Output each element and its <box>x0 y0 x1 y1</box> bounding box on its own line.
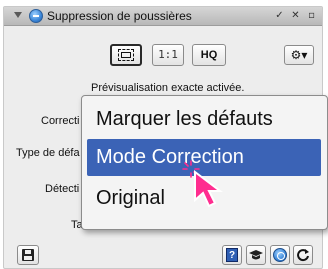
frame-view-button[interactable] <box>110 44 142 66</box>
zoom-1-1-button[interactable]: 1:1 <box>152 44 184 66</box>
preview-circle-icon <box>273 248 287 262</box>
gear-menu-button[interactable]: ⚙▾ <box>284 45 314 65</box>
disclosure-triangle-icon[interactable] <box>14 12 22 18</box>
hq-button[interactable]: HQ <box>192 44 226 66</box>
check-icon[interactable]: ✓ <box>273 9 286 22</box>
close-icon[interactable]: ✕ <box>289 9 302 22</box>
tool-state-icon[interactable] <box>29 9 43 23</box>
reset-arrows-icon <box>297 249 309 262</box>
correction-label: Correcti <box>41 115 80 127</box>
menu-item-mark-defects[interactable]: Marquer les défauts <box>87 101 321 138</box>
save-button[interactable] <box>17 245 39 265</box>
defect-type-label: Type de défa <box>16 147 80 159</box>
title-icons: ✓ ✕ ▫ <box>273 9 318 23</box>
reset-button[interactable] <box>293 245 313 265</box>
graduation-cap-icon <box>249 250 263 260</box>
reset-icon[interactable]: ▫ <box>305 9 318 22</box>
panel-title: Suppression de poussières <box>47 9 192 23</box>
mouse-pointer-icon <box>194 170 223 208</box>
frame-icon <box>118 49 134 61</box>
presets-button[interactable] <box>246 245 266 265</box>
help-button[interactable]: ? <box>222 245 242 265</box>
quick-preview-button[interactable] <box>270 245 290 265</box>
panel-title-bar[interactable]: Suppression de poussières ✓ ✕ ▫ <box>4 7 322 26</box>
help-icon: ? <box>226 248 238 262</box>
detection-label: Détecti <box>45 183 80 195</box>
preview-status-text: Prévisualisation exacte activée. <box>91 82 245 94</box>
save-icon <box>22 249 34 261</box>
